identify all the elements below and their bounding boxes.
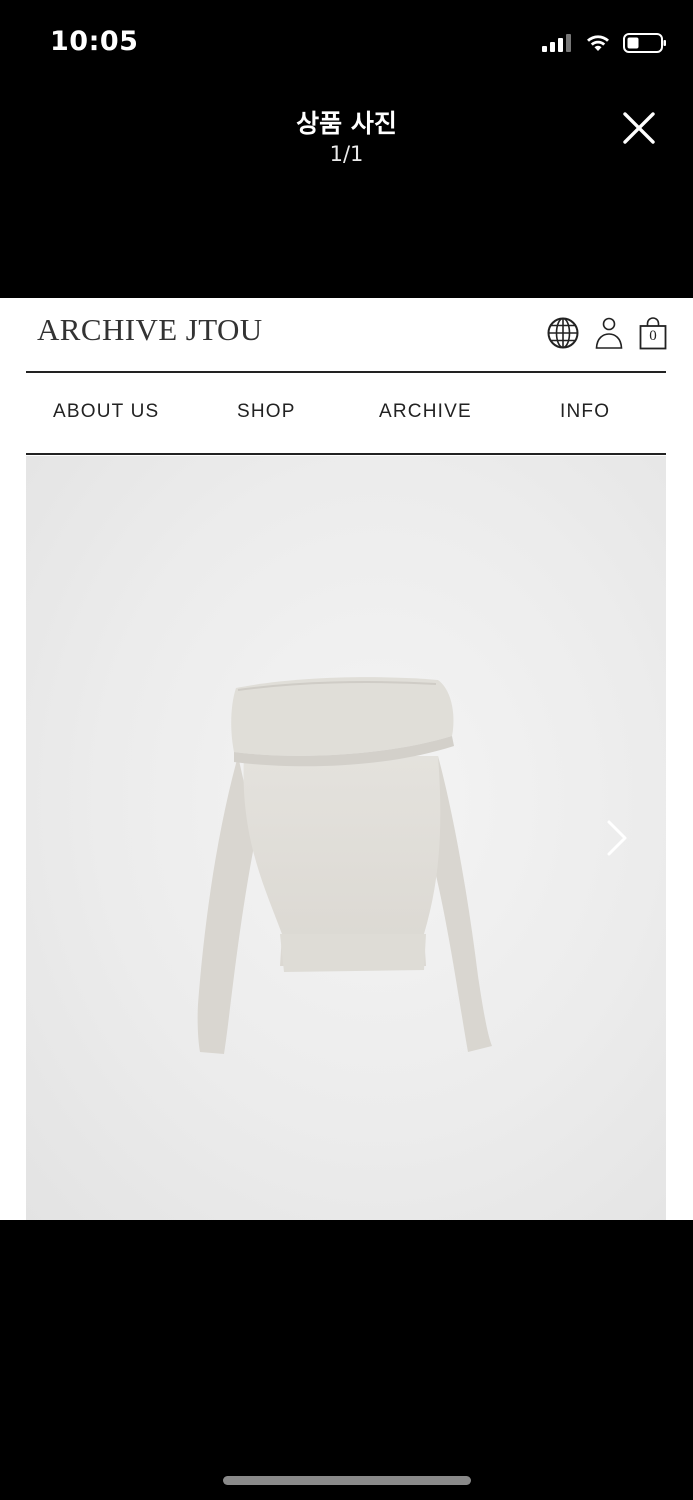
sweater-image	[197, 677, 492, 1054]
site-logo: ARCHIVE JTOU	[37, 312, 263, 347]
cart-count: 0	[649, 328, 657, 344]
globe-icon	[547, 317, 579, 349]
cellular-signal-icon	[542, 34, 571, 52]
nav-shop[interactable]: SHOP	[237, 401, 296, 423]
nav-archive[interactable]: ARCHIVE	[379, 401, 472, 423]
site-nav: ABOUT US SHOP ARCHIVE INFO	[26, 374, 666, 454]
wifi-icon	[587, 35, 609, 51]
nav-about-us[interactable]: ABOUT US	[53, 401, 159, 423]
header-divider	[26, 371, 666, 373]
image-counter: 1/1	[329, 142, 364, 166]
status-bar: 10:05	[0, 0, 693, 86]
close-icon	[623, 112, 655, 144]
product-image	[26, 456, 666, 1220]
cart-button[interactable]: 0	[638, 316, 668, 350]
battery-icon	[623, 33, 666, 53]
nav-divider	[26, 453, 666, 455]
user-icon	[595, 317, 623, 349]
chevron-right-icon[interactable]	[604, 818, 630, 858]
home-indicator[interactable]	[223, 1476, 471, 1485]
nav-info[interactable]: INFO	[560, 401, 610, 423]
product-photo[interactable]: ARCHIVE JTOU 0 ABOUT US SHOP ARCHIVE INF…	[0, 298, 693, 1220]
site-header: ARCHIVE JTOU 0	[0, 298, 693, 372]
status-icons	[541, 30, 667, 56]
viewer-title: 상품 사진	[296, 109, 397, 138]
viewer-header: 상품 사진 1/1	[0, 96, 693, 186]
header-icons: 0	[546, 316, 668, 350]
close-button[interactable]	[621, 110, 657, 146]
status-time: 10:05	[50, 26, 139, 57]
